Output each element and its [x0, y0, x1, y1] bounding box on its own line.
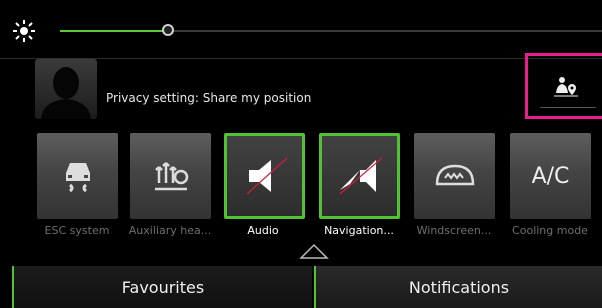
- ac-icon: A/C: [531, 163, 570, 189]
- auxiliary-heating-tile[interactable]: [130, 133, 211, 219]
- auxiliary-heating-icon: [154, 162, 188, 191]
- tab-notifications[interactable]: Notifications: [314, 266, 602, 308]
- windscreen-heating-icon: [435, 164, 474, 186]
- tile-label-auxiliary-heating: Auxiliary hea...: [128, 224, 212, 237]
- tile-label-navigation: Navigation...: [324, 224, 394, 237]
- bottom-tabs: Favourites Notifications: [0, 266, 602, 308]
- esc-car-icon: [65, 163, 90, 193]
- expand-up-arrow-icon[interactable]: [299, 242, 329, 260]
- navigation-muted-icon: [339, 157, 382, 195]
- divider: [540, 107, 596, 108]
- brightness-slider-fill: [60, 30, 168, 32]
- privacy-setting-label[interactable]: Privacy setting: Share my position: [106, 91, 311, 105]
- cooling-mode-tile[interactable]: A/C: [510, 133, 591, 219]
- avatar[interactable]: [35, 59, 97, 119]
- tile-label-audio: Audio: [247, 224, 279, 237]
- tile-label-windscreen: Windscreen...: [416, 224, 492, 237]
- tile-label-esc-system: ESC system: [44, 224, 110, 237]
- tile-label-cooling-mode: Cooling mode: [512, 224, 588, 237]
- brightness-slider-handle[interactable]: [162, 24, 174, 36]
- person-location-icon: [554, 77, 578, 97]
- windscreen-tile[interactable]: [414, 133, 495, 219]
- brightness-slider-track[interactable]: [60, 30, 602, 32]
- navigation-tile[interactable]: [319, 133, 400, 219]
- brightness-sun-icon: [13, 20, 35, 42]
- quick-access-row: ESC system Auxiliary hea... Audio Naviga…: [0, 130, 602, 240]
- profile-section: Privacy setting: Share my position: [0, 59, 602, 127]
- esc-system-tile[interactable]: [37, 133, 118, 219]
- tab-favourites[interactable]: Favourites: [12, 266, 312, 308]
- share-position-button[interactable]: [525, 53, 602, 119]
- brightness-bar: [0, 0, 602, 58]
- speaker-muted-icon: [246, 157, 287, 195]
- audio-tile[interactable]: [224, 133, 305, 219]
- person-silhouette-icon: [41, 67, 91, 119]
